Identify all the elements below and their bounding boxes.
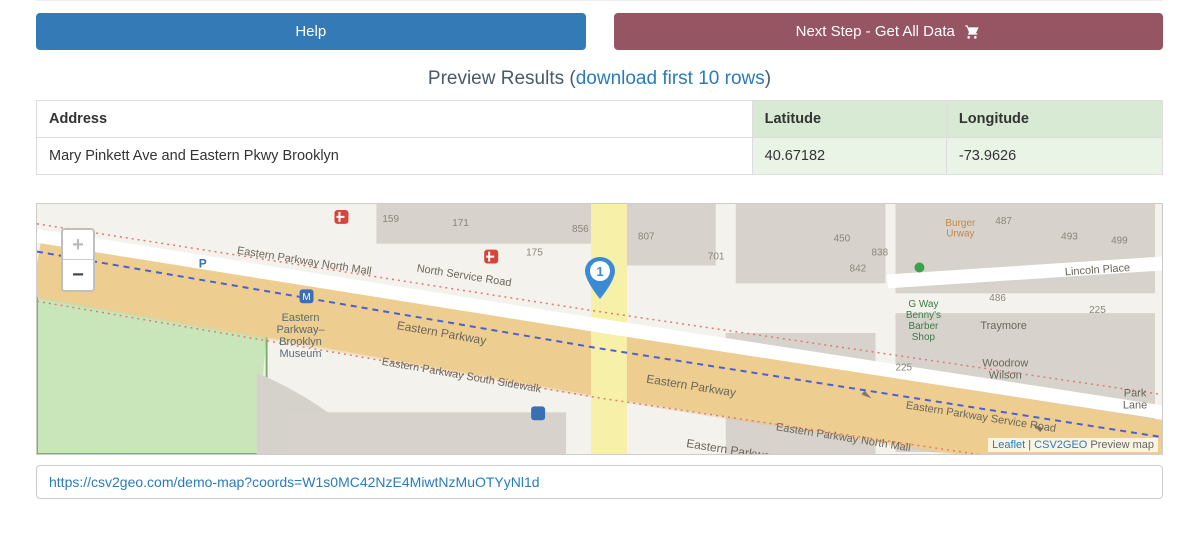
csv2geo-link[interactable]: CSV2GEO bbox=[1034, 439, 1087, 451]
svg-text:ParkLane: ParkLane bbox=[1123, 387, 1147, 411]
svg-text:493: 493 bbox=[1061, 232, 1078, 243]
svg-text:450: 450 bbox=[834, 234, 851, 245]
results-table: Address Latitude Longitude Mary Pinkett … bbox=[36, 100, 1163, 175]
svg-text:175: 175 bbox=[526, 248, 543, 259]
svg-text:1: 1 bbox=[596, 264, 603, 279]
next-step-button[interactable]: Next Step - Get All Data bbox=[614, 13, 1164, 50]
svg-text:487: 487 bbox=[995, 216, 1012, 227]
share-url-input[interactable] bbox=[36, 465, 1163, 499]
svg-text:EasternParkway–BrooklynMuseum: EasternParkway–BrooklynMuseum bbox=[276, 312, 325, 360]
cell-longitude: -73.9626 bbox=[946, 138, 1162, 175]
svg-text:P: P bbox=[199, 257, 207, 271]
col-longitude: Longitude bbox=[946, 101, 1162, 138]
svg-text:807: 807 bbox=[638, 232, 655, 243]
table-header-row: Address Latitude Longitude bbox=[37, 101, 1163, 138]
svg-text:171: 171 bbox=[452, 218, 469, 229]
zoom-controls: + − bbox=[61, 228, 95, 292]
svg-text:486: 486 bbox=[989, 293, 1006, 304]
cell-address: Mary Pinkett Ave and Eastern Pkwy Brookl… bbox=[37, 138, 753, 175]
leaflet-link[interactable]: Leaflet bbox=[992, 439, 1025, 451]
map-attribution: Leaflet | CSV2GEO Preview map bbox=[988, 438, 1158, 452]
svg-text:701: 701 bbox=[708, 252, 725, 263]
svg-text:856: 856 bbox=[572, 224, 589, 235]
svg-text:WoodrowWilson: WoodrowWilson bbox=[982, 358, 1028, 382]
svg-text:159: 159 bbox=[382, 214, 399, 225]
svg-text:M: M bbox=[302, 292, 310, 303]
help-button[interactable]: Help bbox=[36, 13, 586, 50]
cell-latitude: 40.67182 bbox=[752, 138, 946, 175]
map-marker-1[interactable]: 1 bbox=[585, 257, 615, 304]
col-latitude: Latitude bbox=[752, 101, 946, 138]
svg-text:Traymore: Traymore bbox=[980, 320, 1027, 332]
top-divider bbox=[36, 0, 1163, 1]
map-preview[interactable]: M P Eastern Parkway North Mall North Ser… bbox=[36, 203, 1163, 455]
action-button-row: Help Next Step - Get All Data bbox=[36, 13, 1163, 50]
svg-text:499: 499 bbox=[1111, 236, 1128, 247]
preview-results-title: Preview Results (download first 10 rows) bbox=[36, 68, 1163, 90]
zoom-in-button[interactable]: + bbox=[63, 230, 93, 260]
table-row: Mary Pinkett Ave and Eastern Pkwy Brookl… bbox=[37, 138, 1163, 175]
cart-icon bbox=[963, 24, 981, 40]
map-canvas: M P Eastern Parkway North Mall North Ser… bbox=[37, 204, 1162, 454]
svg-text:225: 225 bbox=[895, 363, 912, 374]
col-address: Address bbox=[37, 101, 753, 138]
svg-text:225: 225 bbox=[1089, 305, 1106, 316]
svg-text:838: 838 bbox=[872, 248, 889, 259]
download-first-10-link[interactable]: download first 10 rows bbox=[576, 68, 765, 89]
svg-text:BurgerUrway: BurgerUrway bbox=[945, 218, 976, 240]
zoom-out-button[interactable]: − bbox=[63, 260, 93, 290]
svg-text:842: 842 bbox=[850, 263, 867, 274]
next-step-label: Next Step - Get All Data bbox=[796, 23, 955, 40]
